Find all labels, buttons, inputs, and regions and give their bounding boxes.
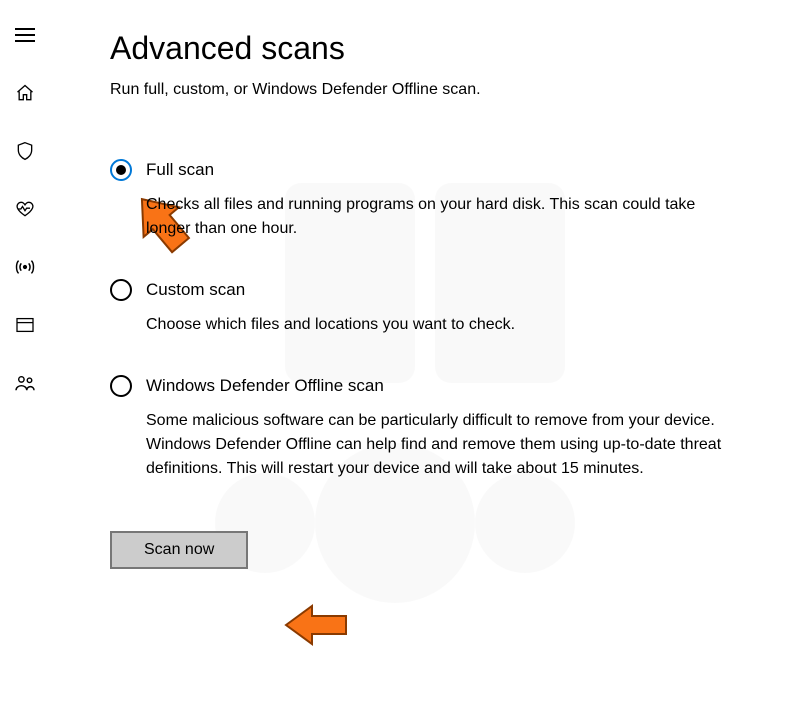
signal-icon[interactable] bbox=[14, 256, 36, 278]
heart-icon[interactable] bbox=[14, 198, 36, 220]
option-label: Full scan bbox=[146, 160, 214, 180]
option-label: Windows Defender Offline scan bbox=[146, 376, 384, 396]
radio-offline-scan[interactable]: Windows Defender Offline scan bbox=[110, 375, 730, 397]
shield-icon[interactable] bbox=[14, 140, 36, 162]
radio-custom-scan[interactable]: Custom scan bbox=[110, 279, 730, 301]
page-subtitle: Run full, custom, or Windows Defender Of… bbox=[110, 81, 730, 99]
people-icon[interactable] bbox=[14, 372, 36, 394]
option-description: Checks all files and running programs on… bbox=[146, 193, 730, 241]
sidebar bbox=[0, 0, 50, 726]
window-icon[interactable] bbox=[14, 314, 36, 336]
option-offline-scan: Windows Defender Offline scan Some malic… bbox=[110, 375, 730, 481]
menu-icon[interactable] bbox=[14, 24, 36, 46]
main-content: Advanced scans Run full, custom, or Wind… bbox=[110, 30, 730, 569]
radio-icon bbox=[110, 375, 132, 397]
radio-icon bbox=[110, 159, 132, 181]
page-title: Advanced scans bbox=[110, 30, 730, 67]
option-description: Some malicious software can be particula… bbox=[146, 409, 730, 481]
option-custom-scan: Custom scan Choose which files and locat… bbox=[110, 279, 730, 337]
radio-icon bbox=[110, 279, 132, 301]
home-icon[interactable] bbox=[14, 82, 36, 104]
radio-full-scan[interactable]: Full scan bbox=[110, 159, 730, 181]
scan-now-button[interactable]: Scan now bbox=[110, 531, 248, 569]
option-label: Custom scan bbox=[146, 280, 245, 300]
option-description: Choose which files and locations you wan… bbox=[146, 313, 730, 337]
annotation-arrow-icon bbox=[280, 600, 352, 650]
option-full-scan: Full scan Checks all files and running p… bbox=[110, 159, 730, 241]
